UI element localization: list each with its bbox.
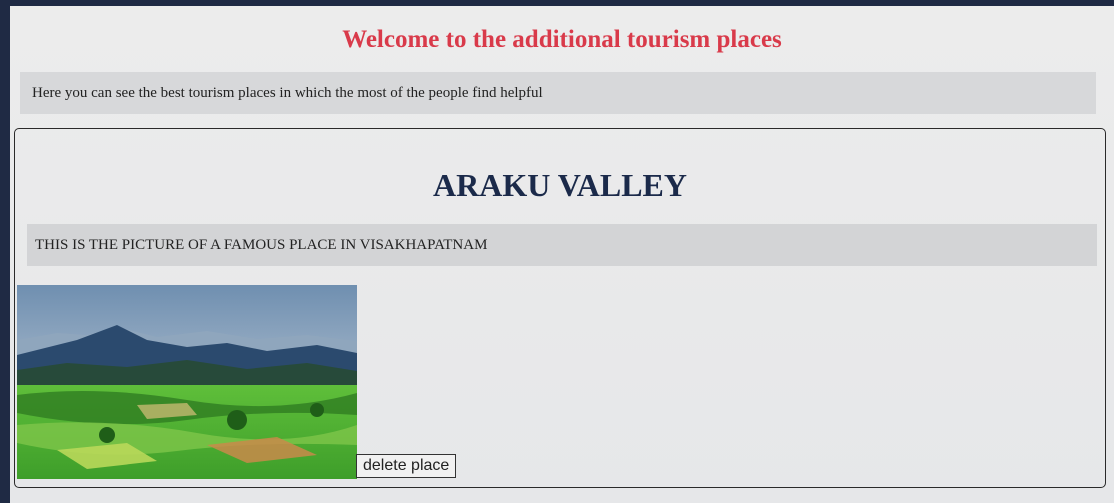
place-description-bar: THIS IS THE PICTURE OF A FAMOUS PLACE IN… — [27, 224, 1097, 266]
place-card: ARAKU VALLEY THIS IS THE PICTURE OF A FA… — [14, 128, 1106, 488]
browser-viewport: Welcome to the additional tourism places… — [10, 6, 1114, 503]
delete-place-button[interactable]: delete place — [356, 454, 457, 478]
place-description: THIS IS THE PICTURE OF A FAMOUS PLACE IN… — [35, 236, 488, 253]
page-title: Welcome to the additional tourism places — [342, 26, 782, 53]
intro-text: Here you can see the best tourism places… — [32, 84, 543, 101]
place-photo — [17, 285, 357, 479]
place-title: ARAKU VALLEY — [433, 167, 687, 203]
intro-banner: Here you can see the best tourism places… — [20, 72, 1096, 114]
